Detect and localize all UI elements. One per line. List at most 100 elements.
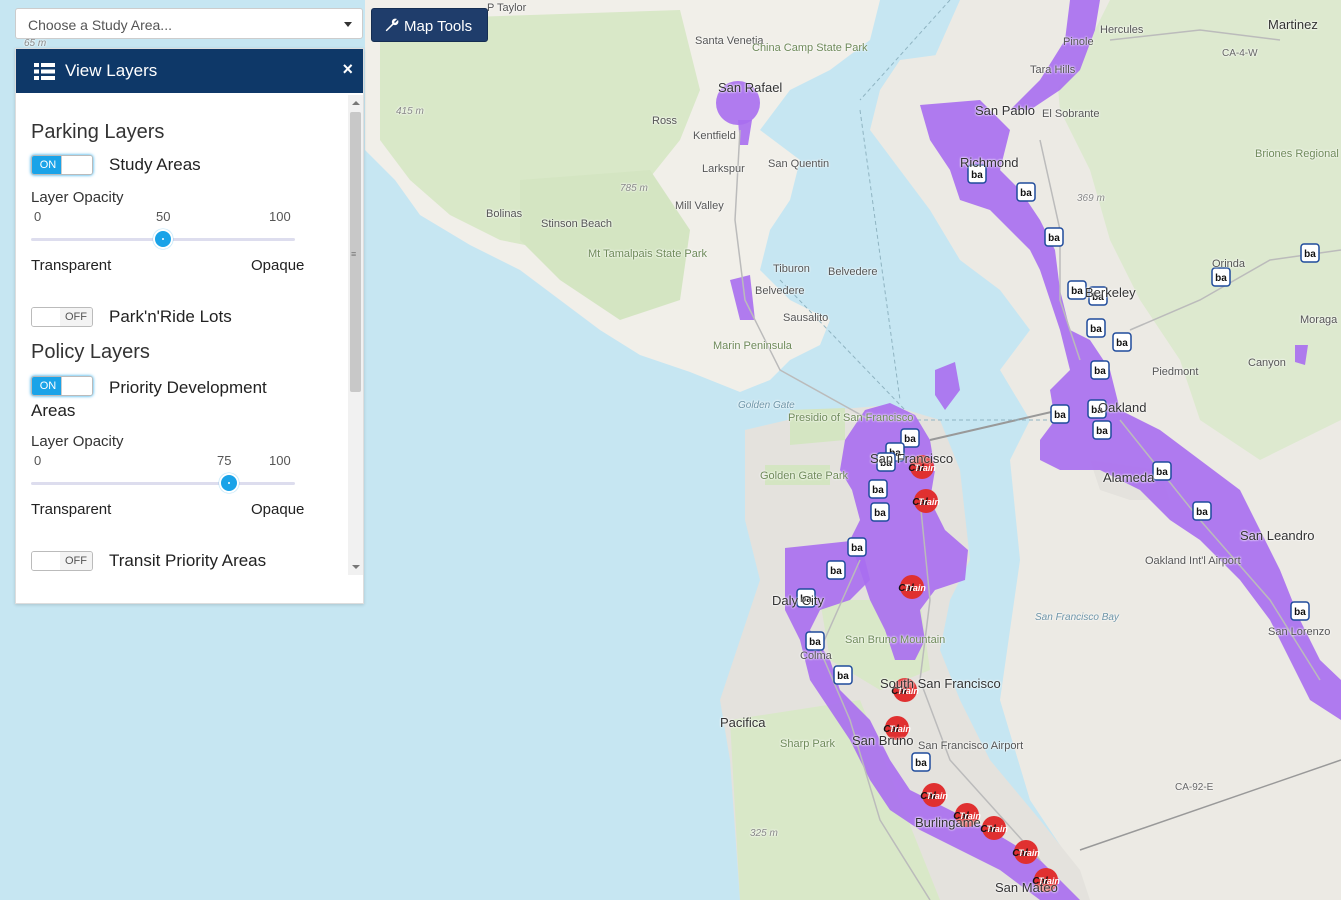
bart-station-text: ba [1196,507,1208,518]
label-bolinas: Bolinas [486,208,523,220]
label-p-taylor: P Taylor [487,2,527,14]
label-belvedere: Belvedere [755,285,805,297]
caltrain-station-text-2: Train [918,497,940,507]
bart-station-icon: ba [1016,182,1036,202]
bart-station-text: ba [1096,426,1108,437]
label-belvedere-tiburon: Belvedere [828,266,878,278]
chevron-down-icon [344,22,352,27]
bart-station-icon: ba [1067,280,1087,300]
study-areas-tick-max: 100 [269,209,291,224]
bart-station-text: ba [830,566,842,577]
toggle-knob [32,308,63,326]
toggle-state: OFF [60,308,92,326]
bart-station-text: ba [872,485,884,496]
label-kentfield: Kentfield [693,130,736,142]
bart-station-text: ba [1094,366,1106,377]
bart-station-text: ba [915,758,927,769]
label-briones: Briones Regional Park [1255,148,1339,160]
bart-station-icon: ba [847,537,867,557]
label-san-leandro: San Leandro [1240,528,1315,543]
toggle-knob [61,156,92,174]
caltrain-station-text-2: Train [926,791,948,801]
parknride-toggle[interactable]: OFF [31,307,93,327]
map-tools-button[interactable]: Map Tools [371,8,488,42]
label-san-francisco: San Francisco [870,451,954,466]
label-san-bruno: San Bruno [852,733,914,748]
label-san-mateo: San Mateo [995,880,1058,895]
label-china-camp: China Camp State Park [752,42,868,54]
caltrain-station-text-2: Train [1018,848,1040,858]
bart-station-icon: ba [1092,420,1112,440]
bart-station-text: ba [1215,273,1227,284]
bart-station-text: ba [1090,324,1102,335]
bart-station-icon: ba [1152,461,1172,481]
list-icon [34,63,55,85]
pda-opacity-track[interactable] [31,482,295,485]
label-burlingame: Burlingame [915,815,981,830]
bart-station-text: ba [904,434,916,445]
pda-toggle[interactable]: ON [31,376,93,396]
panel-scroll-area[interactable]: Parking Layers ON Study Areas Layer Opac… [16,95,348,575]
elev-369: 369 m [1077,193,1105,204]
bart-station-icon: ba [868,479,888,499]
label-sharp-park: Sharp Park [780,738,836,750]
pda-tick-max: 100 [269,453,291,468]
grip-icon: ≡ [351,249,357,259]
policy-layers-heading: Policy Layers [31,341,150,363]
caltrain-station-text-2: Train [986,824,1008,834]
bart-station-icon: ba [1112,332,1132,352]
scroll-up-icon[interactable] [352,101,360,105]
label-mt-tam: Mt Tamalpais State Park [588,248,708,260]
label-martinez: Martinez [1268,17,1318,32]
toggle-state: ON [32,377,64,395]
bart-station-icon: ba [833,665,853,685]
label-ross: Ross [652,115,678,127]
elev-415: 415 m [396,106,424,117]
label-tiburon: Tiburon [773,263,810,275]
study-area-select[interactable]: Choose a Study Area... [15,8,363,39]
bart-station-icon: ba [1044,227,1064,247]
bart-station-text: ba [1071,286,1083,297]
label-richmond: Richmond [960,155,1019,170]
label-mill-valley: Mill Valley [675,200,724,212]
label-stinson: Stinson Beach [541,218,612,230]
bart-station-icon: ba [805,631,825,651]
bart-station-text: ba [809,637,821,648]
label-south-sf: South San Francisco [880,676,1001,691]
label-sb-mtn: San Bruno Mountain [845,634,946,646]
toggle-state: ON [32,156,64,174]
panel-scrollbar[interactable]: ≡ [348,95,363,575]
bart-station-text: ba [971,170,983,181]
parknride-label: Park'n'Ride Lots [109,307,232,326]
close-icon[interactable]: × [342,59,353,80]
label-el-sobrante: El Sobrante [1042,108,1100,120]
label-larkspur: Larkspur [702,163,745,175]
study-areas-opacity-handle[interactable] [153,229,173,249]
bart-station-icon: ba [911,752,931,772]
label-hercules: Hercules [1100,24,1144,36]
label-pinole: Pinole [1063,36,1094,48]
scroll-down-icon[interactable] [352,565,360,569]
elev-325: 325 m [750,828,778,839]
study-areas-tick-mid: 50 [156,209,171,224]
tpa-toggle[interactable]: OFF [31,551,93,571]
bart-station-text: ba [837,671,849,682]
pda-transparent-label: Transparent [31,501,112,518]
bart-station-icon: ba [826,560,846,580]
label-san-rafael: San Rafael [718,80,783,95]
study-areas-toggle[interactable]: ON [31,155,93,175]
label-orinda: Orinda [1212,258,1246,270]
pda-opacity-handle[interactable] [219,473,239,493]
label-san-quentin: San Quentin [768,158,830,170]
pda-opaque-label: Opaque [251,501,305,518]
pda-label-line2: Areas [31,401,76,420]
view-layers-panel: View Layers × Parking Layers ON Study Ar… [15,48,364,604]
bart-station-icon: ba [1192,501,1212,521]
pda-label-line1: Priority Development [109,378,267,397]
bart-station-icon: ba [1090,360,1110,380]
bart-station-icon: ba [1050,404,1070,424]
label-san-lorenzo: San Lorenzo [1268,626,1331,638]
bart-station-icon: ba [1300,243,1320,263]
bart-station-text: ba [1116,338,1128,349]
bart-station-text: ba [1294,607,1306,618]
